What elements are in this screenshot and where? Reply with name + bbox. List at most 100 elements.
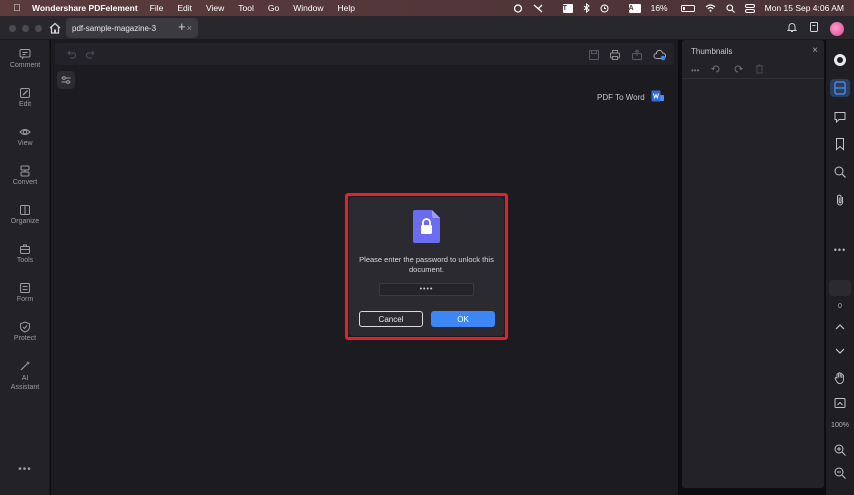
toolbox-icon [20,244,30,254]
menu-view[interactable]: View [206,3,224,13]
comments-panel-icon[interactable] [833,110,847,129]
battery-icon[interactable] [671,4,695,12]
rotate-right-icon[interactable] [733,64,744,76]
menu-edit[interactable]: Edit [177,3,192,13]
zoom-in-icon[interactable] [833,443,847,462]
creative-cloud-icon[interactable] [513,3,523,13]
apple-menu-icon[interactable]:  [8,3,26,14]
tab-title: pdf-sample-magazine-3 [72,23,157,33]
macos-menu-bar:  Wondershare PDFelement File Edit View … [0,0,854,16]
minimize-window-button[interactable] [22,25,29,32]
bookmark-icon[interactable] [833,137,847,156]
menu-go[interactable]: Go [268,3,279,13]
wifi-icon[interactable] [705,4,716,12]
annotation-highlight-box [345,193,508,340]
panel-title: Thumbnails [691,47,733,56]
left-sidebar: Comment Edit View Convert Organize Tools… [0,40,50,495]
panel-divider [682,78,824,79]
delete-page-icon[interactable] [755,64,764,76]
sidebar-item-tools[interactable]: Tools [0,243,50,264]
shield-icon [20,321,30,333]
input-source-icon[interactable]: A [619,3,641,13]
sidebar-more-icon[interactable]: ••• [0,464,50,475]
menubar-clock[interactable]: Mon 15 Sep 4:06 AM [765,3,844,13]
sidebar-item-label: View [17,140,33,147]
close-panel-icon[interactable]: × [812,45,818,56]
sidebar-item-label: Comment [9,62,41,69]
tab-bar: pdf-sample-magazine-3 × + [0,16,854,40]
home-icon[interactable] [48,21,62,35]
zoom-out-icon[interactable] [833,466,847,485]
close-window-button[interactable] [9,25,16,32]
clock-icon[interactable] [600,4,609,13]
battery-percent: 16% [650,3,668,13]
ai-sparkle-icon [20,361,30,371]
avatar[interactable] [830,22,844,36]
rotate-left-icon[interactable] [711,64,721,76]
pdf-to-word-button[interactable]: PDF To Word [597,90,664,104]
spotlight-search-icon[interactable] [726,3,735,13]
menu-window[interactable]: Window [293,3,323,13]
sidebar-item-convert[interactable]: Convert [0,165,50,186]
sidebar-item-edit[interactable]: Edit [0,87,50,108]
sidebar-item-label: AI Assistant [10,375,40,391]
text-tool-icon[interactable]: T [553,3,573,13]
sidebar-item-label: Organize [10,218,40,225]
hand-tool-icon[interactable] [833,371,847,390]
thumbnails-toggle[interactable] [830,79,850,97]
redo-icon[interactable] [85,48,97,66]
thumbnails-icon [834,81,846,95]
sidebar-item-view[interactable]: View [0,126,50,147]
right-rail: ••• 0 100% [826,40,854,495]
new-tab-button[interactable]: + [178,19,186,34]
eye-icon [19,129,31,135]
close-tab-icon[interactable]: × [187,23,192,33]
share-icon[interactable] [631,48,643,66]
menu-file[interactable]: File [150,3,164,13]
form-icon [20,283,30,293]
fit-page-icon[interactable] [833,396,847,415]
print-icon[interactable] [609,48,621,66]
sidebar-item-label: Form [16,296,34,303]
sidebar-item-organize[interactable]: Organize [0,204,50,225]
bell-icon[interactable] [786,20,798,38]
sidebar-item-form[interactable]: Form [0,282,50,303]
more-options-icon[interactable]: ••• [691,66,699,75]
menu-help[interactable]: Help [337,3,354,13]
zoom-window-button[interactable] [35,25,42,32]
rail-more-icon[interactable]: ••• [826,245,854,255]
sidebar-item-protect[interactable]: Protect [0,321,50,342]
top-toolbar [55,43,674,65]
attachment-icon[interactable] [833,193,847,212]
tool-status-icon[interactable] [533,4,543,13]
cloud-upload-icon[interactable] [653,48,666,66]
cart-icon[interactable] [808,20,820,38]
edit-icon [20,88,30,98]
sidebar-item-label: Tools [16,257,34,264]
save-icon[interactable] [588,48,600,66]
chevron-up-icon[interactable] [833,320,847,338]
menu-tool[interactable]: Tool [238,3,254,13]
zoom-level[interactable]: 100% [826,422,854,429]
filter-settings-button[interactable] [57,71,75,89]
search-icon[interactable] [833,165,847,184]
ai-chat-icon[interactable] [833,53,847,72]
thumbnails-panel: Thumbnails × ••• [682,40,824,488]
sliders-icon [61,76,71,84]
comment-icon [19,49,31,60]
chevron-down-icon[interactable] [833,344,847,362]
page-number[interactable]: 0 [826,303,854,310]
sidebar-item-label: Edit [18,101,32,108]
undo-icon[interactable] [65,48,77,66]
app-name-menu[interactable]: Wondershare PDFelement [32,3,138,13]
organize-icon [20,205,30,215]
page-nav-box[interactable] [829,280,851,296]
control-center-icon[interactable] [744,3,755,13]
sidebar-item-comment[interactable]: Comment [0,48,50,69]
word-file-icon [651,90,664,104]
convert-icon [20,165,30,177]
sidebar-item-label: Convert [12,179,38,186]
bluetooth-icon[interactable] [583,3,590,13]
window-controls [9,25,42,32]
sidebar-item-ai-assistant[interactable]: AI Assistant [0,360,50,392]
